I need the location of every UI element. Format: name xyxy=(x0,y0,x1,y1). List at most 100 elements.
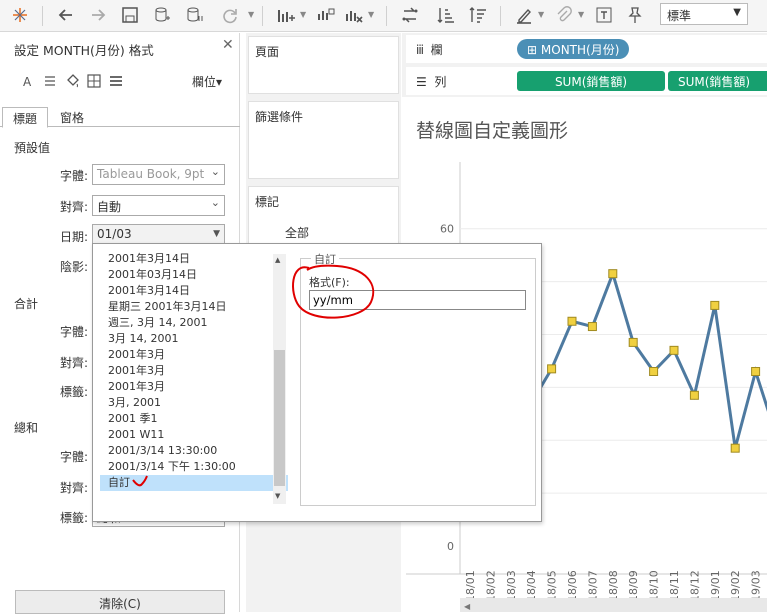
align-label: 對齊: xyxy=(59,200,88,214)
row-pill-1[interactable]: SUM(銷售額) xyxy=(517,71,665,91)
x-tick-label: 18/11 xyxy=(668,570,681,602)
row-pill-2[interactable]: SUM(銷售額) xyxy=(668,71,767,91)
format-tabs: 標題 窗格 xyxy=(0,105,240,128)
refresh-icon[interactable] xyxy=(218,4,242,26)
highlight-caret-icon[interactable]: ▼ xyxy=(538,10,544,19)
shading-format-icon[interactable] xyxy=(64,73,82,91)
x-tick-label: 18/04 xyxy=(525,570,538,602)
date-field[interactable]: 01/03 ▼ xyxy=(92,224,225,245)
data-point xyxy=(587,322,597,332)
data-point xyxy=(689,390,699,400)
grand-total-section-label: 總和 xyxy=(14,421,39,435)
sort-ascending-icon[interactable] xyxy=(434,4,458,26)
filters-card[interactable]: 篩選條件 xyxy=(248,101,399,179)
svg-text:A: A xyxy=(23,75,32,89)
columns-shelf-label: iii 欄 xyxy=(416,41,443,58)
marks-all-label[interactable]: 全部 xyxy=(285,224,309,241)
horizontal-scrollbar xyxy=(460,598,767,612)
duplicate-sheet-icon[interactable] xyxy=(314,4,338,26)
data-point xyxy=(730,443,740,453)
font-label: 字體: xyxy=(59,169,88,183)
columns-label-text: 欄 xyxy=(430,43,443,57)
series-line xyxy=(529,269,767,449)
totals-align-label: 對齊: xyxy=(59,356,88,370)
swap-rows-columns-icon[interactable] xyxy=(398,4,422,26)
x-tick-label: 19/03 xyxy=(750,570,763,602)
lines-format-icon[interactable] xyxy=(108,73,126,91)
marks-title: 標記 xyxy=(255,195,280,209)
chevron-down-icon: ▼ xyxy=(733,7,741,18)
grand-align-label: 對齊: xyxy=(59,481,88,495)
data-point xyxy=(751,367,761,376)
grand-font-label: 字體: xyxy=(59,450,88,464)
tableau-logo-icon[interactable] xyxy=(8,4,32,26)
font-field[interactable]: Tableau Book, 9pt ⌄ xyxy=(92,164,225,185)
expand-icon: ⊞ xyxy=(527,43,538,57)
x-tick-label: 18/05 xyxy=(546,570,559,602)
pin-icon[interactable] xyxy=(622,4,646,26)
tab-header[interactable]: 標題 xyxy=(2,107,49,128)
y-tick-label: 0 xyxy=(447,540,454,553)
toolbar: ▼ ▼ ▼ ▼ ▼ 標準 ▼ xyxy=(0,0,767,32)
new-datasource-icon[interactable] xyxy=(150,4,174,26)
column-pill[interactable]: ⊞ MONTH(月份) xyxy=(517,39,630,59)
clear-sheet-icon[interactable] xyxy=(342,4,366,26)
font-format-icon[interactable]: A xyxy=(20,73,38,91)
new-worksheet-icon[interactable] xyxy=(274,4,298,26)
new-worksheet-caret-icon[interactable]: ▼ xyxy=(300,10,306,19)
x-tick-label: 18/07 xyxy=(586,570,599,602)
data-point xyxy=(649,367,659,376)
x-tick-label: 18/09 xyxy=(627,570,640,602)
show-labels-icon[interactable] xyxy=(592,4,616,26)
x-tick-label: 19/02 xyxy=(729,570,742,602)
alignment-format-icon[interactable] xyxy=(42,73,60,91)
rows-icon: ☰ xyxy=(416,75,427,89)
highlight-circle-annotation xyxy=(292,264,375,319)
save-icon[interactable] xyxy=(118,4,142,26)
tab-pane[interactable]: 窗格 xyxy=(50,107,94,127)
rows-shelf[interactable]: ☰ 列 SUM(銷售額) SUM(銷售額) xyxy=(406,67,767,95)
pages-card[interactable]: 頁面 xyxy=(248,36,399,94)
x-tick-label: 18/10 xyxy=(648,570,661,602)
attachment-icon[interactable] xyxy=(552,4,576,26)
view-size-select[interactable]: 標準 ▼ xyxy=(660,3,748,25)
x-tick-label: 18/06 xyxy=(566,570,579,602)
date-value: 01/03 xyxy=(97,227,132,241)
rows-shelf-label: ☰ 列 xyxy=(416,73,446,90)
borders-format-icon[interactable] xyxy=(86,73,104,91)
scroll-left-icon: ◀ xyxy=(464,602,471,611)
grand-label-label: 標籤: xyxy=(59,511,88,525)
data-point xyxy=(608,269,618,279)
back-arrow-icon[interactable] xyxy=(54,4,78,26)
chevron-down-icon: ⌄ xyxy=(210,196,220,209)
clear-caret-icon[interactable]: ▼ xyxy=(368,10,374,19)
shade-label: 陰影: xyxy=(59,260,88,274)
data-point xyxy=(669,345,679,355)
defaults-section-label: 預設值 xyxy=(14,141,51,155)
close-icon[interactable]: ✕ xyxy=(222,37,234,53)
y-tick-label: 60 xyxy=(440,223,454,236)
x-tick-label: 18/02 xyxy=(484,570,497,602)
marks-card[interactable]: 標記 全部 xyxy=(248,186,399,246)
clear-button[interactable]: 清除(C) xyxy=(15,590,225,614)
pause-datasource-icon[interactable] xyxy=(182,4,206,26)
align-value: 自動 xyxy=(97,200,122,214)
view-size-value: 標準 xyxy=(667,9,692,23)
columns-icon: iii xyxy=(416,43,424,57)
data-point xyxy=(547,364,557,374)
chevron-down-icon: ⌄ xyxy=(210,165,220,178)
sort-descending-icon[interactable] xyxy=(466,4,490,26)
pane-title: 設定 MONTH(月份) 格式 xyxy=(14,43,154,58)
forward-arrow-icon[interactable] xyxy=(86,4,110,26)
align-field[interactable]: 自動 ⌄ xyxy=(92,195,225,216)
highlight-pen-icon[interactable] xyxy=(512,4,536,26)
pages-title: 頁面 xyxy=(255,45,280,59)
attachment-caret-icon[interactable]: ▼ xyxy=(578,10,584,19)
refresh-caret-icon[interactable]: ▼ xyxy=(248,10,254,19)
data-point xyxy=(567,316,577,326)
date-label: 日期: xyxy=(59,230,88,244)
columns-shelf[interactable]: iii 欄 ⊞ MONTH(月份) xyxy=(406,35,767,63)
field-dropdown[interactable]: 欄位▾ xyxy=(192,73,222,90)
x-tick-label: 18/01 xyxy=(464,570,477,602)
rows-label-text: 列 xyxy=(434,75,447,89)
